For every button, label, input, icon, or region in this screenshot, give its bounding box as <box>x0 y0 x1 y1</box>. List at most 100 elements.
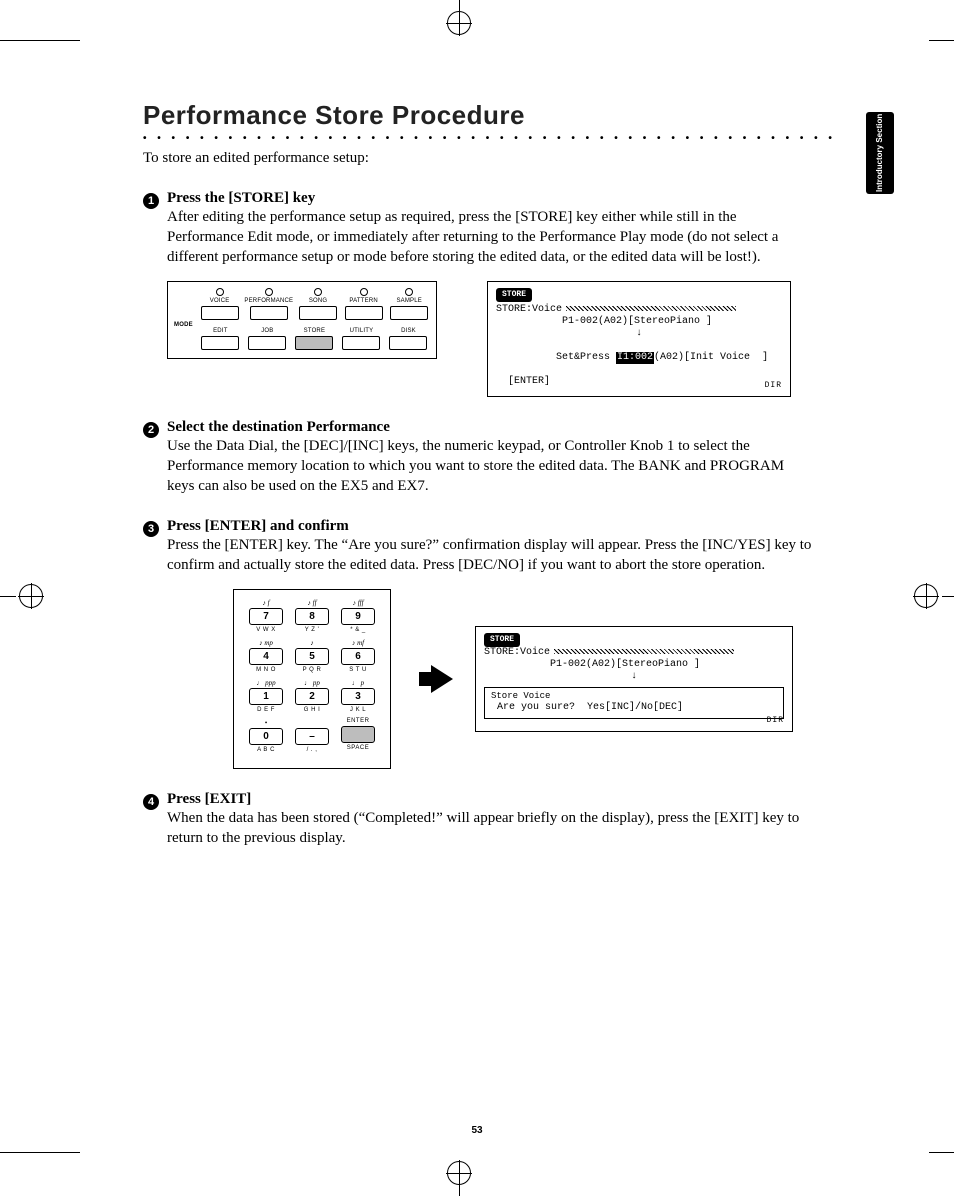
step-title: Press the [STORE] key <box>167 190 315 207</box>
page-title: Performance Store Procedure <box>143 100 833 131</box>
lcd-tab: STORE <box>484 633 520 647</box>
lcd-line: STORE:Voice <box>496 304 562 315</box>
lcd-tab: STORE <box>496 288 532 302</box>
lcd-line: P1-002(A02)[StereoPiano ] <box>484 659 784 671</box>
step-title: Press [ENTER] and confirm <box>167 518 349 535</box>
crop-mark <box>0 40 80 41</box>
mode-button-label: STORE <box>304 328 326 334</box>
right-arrow-icon <box>431 665 453 693</box>
keypad-key: 6 <box>341 648 375 665</box>
title-underline-dots: • • • • • • • • • • • • • • • • • • • • … <box>143 133 833 144</box>
mode-button <box>250 306 288 320</box>
key-sublabel: M N O <box>256 667 276 674</box>
key-sublabel: V W X <box>256 627 276 634</box>
lcd-line: Set&Press <box>556 352 616 363</box>
lcd-line: P1-002(A02)[StereoPiano ] <box>496 316 782 328</box>
key-dynamic-label <box>311 718 313 728</box>
crop-mark <box>0 596 16 597</box>
lcd-line: (A02)[Init Voice ] <box>654 352 768 363</box>
led-icon <box>405 288 413 296</box>
mode-button <box>389 336 427 350</box>
key-sublabel: Y Z ' <box>305 627 320 634</box>
section-tab: Introductory Section <box>866 112 894 194</box>
down-arrow-icon: ↓ <box>636 328 642 339</box>
led-icon <box>265 288 273 296</box>
lcd-hatch-icon <box>554 649 734 654</box>
led-icon <box>216 288 224 296</box>
key-dynamic-label: ♪ fff <box>352 598 363 608</box>
step-title: Select the destination Performance <box>167 419 390 436</box>
key-dynamic-label: ♪ ff <box>307 598 316 608</box>
registration-mark-icon <box>446 1160 472 1186</box>
step-number-badge: 3 <box>143 521 159 537</box>
lcd-box-text: Are you sure? Yes[INC]/No[DEC] <box>491 702 777 714</box>
down-arrow-icon: ↓ <box>631 671 637 682</box>
registration-mark-icon <box>446 10 472 36</box>
step-body: Use the Data Dial, the [DEC]/[INC] keys,… <box>167 436 813 496</box>
keypad-key: – <box>295 728 329 745</box>
enter-label: ENTER <box>347 718 370 724</box>
step-number-badge: 4 <box>143 794 159 810</box>
registration-mark-icon <box>913 583 939 609</box>
lcd-dir-label: DIR <box>767 715 784 727</box>
mode-button-label: UTILITY <box>350 328 374 334</box>
step-body: After editing the performance setup as r… <box>167 207 813 267</box>
mode-button-label: PATTERN <box>349 298 378 304</box>
key-sublabel: S T U <box>349 667 367 674</box>
keypad-key: 7 <box>249 608 283 625</box>
keypad-key: 9 <box>341 608 375 625</box>
enter-key <box>341 726 375 743</box>
keypad-figure: ♪ f7V W X ♪ ff8Y Z ' ♪ fff9* & _ ♪ mp4M … <box>233 589 391 769</box>
lcd-box-title: Store Voice <box>491 690 777 702</box>
led-icon <box>360 288 368 296</box>
lcd-confirm-figure: STORE STORE:Voice P1-002(A02)[StereoPian… <box>475 626 793 732</box>
mode-button-label: PERFORMANCE <box>244 298 293 304</box>
mode-button-label: EDIT <box>213 328 227 334</box>
step-number-badge: 2 <box>143 422 159 438</box>
mode-button-label: SAMPLE <box>396 298 422 304</box>
mode-button <box>201 336 239 350</box>
key-dynamic-label: ♪ mf <box>352 638 364 648</box>
lcd-dir-label: DIR <box>765 380 782 392</box>
mode-button-label: DISK <box>401 328 416 334</box>
led-icon <box>314 288 322 296</box>
keypad-key: 0 <box>249 728 283 745</box>
registration-mark-icon <box>18 583 44 609</box>
mode-button-label: SONG <box>309 298 327 304</box>
mode-button <box>342 336 380 350</box>
crop-mark <box>929 1152 954 1153</box>
mode-button <box>345 306 383 320</box>
crop-mark <box>459 1171 460 1196</box>
step-number-badge: 1 <box>143 193 159 209</box>
mode-button-store <box>295 336 333 350</box>
keypad-key: 2 <box>295 688 329 705</box>
lcd-line: STORE:Voice <box>484 647 550 658</box>
crop-mark <box>459 0 460 25</box>
mode-button <box>248 336 286 350</box>
key-dynamic-label: ♪ f <box>262 598 269 608</box>
key-sublabel: * & _ <box>350 627 366 634</box>
key-dynamic-label: ♪ mp <box>259 638 273 648</box>
key-sublabel: / . , <box>307 747 318 754</box>
lcd-hatch-icon <box>566 306 736 311</box>
mode-label: MODE <box>174 322 193 328</box>
key-sublabel: J K L <box>350 707 366 714</box>
crop-mark <box>0 1152 80 1153</box>
step-title: Press [EXIT] <box>167 791 251 808</box>
key-sublabel: SPACE <box>347 745 369 752</box>
crop-mark <box>929 40 954 41</box>
step-body: Press the [ENTER] key. The “Are you sure… <box>167 535 813 575</box>
keypad-key: 8 <box>295 608 329 625</box>
keypad-key: 5 <box>295 648 329 665</box>
lcd-selection: I1:002 <box>616 352 654 364</box>
lcd-line: [ENTER] <box>496 376 782 388</box>
intro-text: To store an edited performance setup: <box>143 148 833 168</box>
key-sublabel: P Q R <box>303 667 322 674</box>
mode-button <box>390 306 428 320</box>
key-dynamic-label: ♩ pp <box>304 678 320 688</box>
key-sublabel: G H I <box>304 707 321 714</box>
key-dynamic-label: ♩ p <box>352 678 364 688</box>
lcd-store-figure: STORE STORE:Voice P1-002(A02)[StereoPian… <box>487 281 791 397</box>
keypad-key: 1 <box>249 688 283 705</box>
mode-button-label: VOICE <box>210 298 230 304</box>
